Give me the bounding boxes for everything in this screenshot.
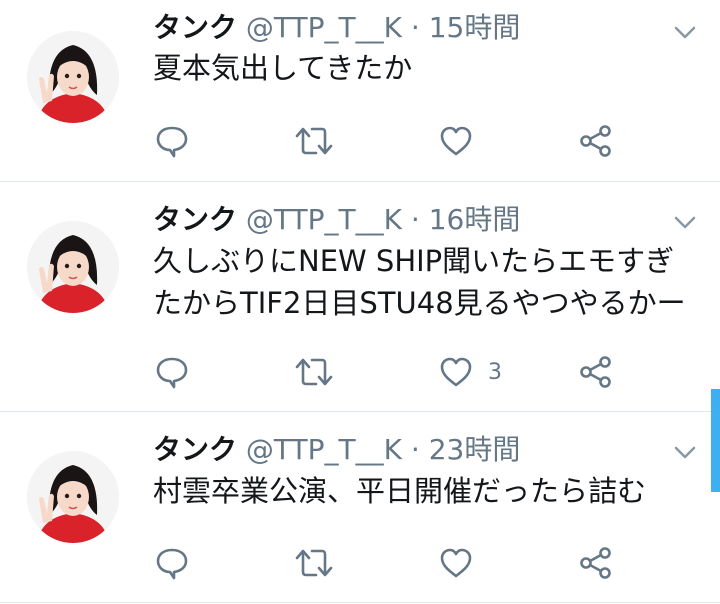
timestamp[interactable]: 23時間 <box>429 433 521 466</box>
display-name[interactable]: タンク <box>153 11 237 44</box>
user-handle[interactable]: @TTP_T__K <box>246 433 402 466</box>
share-button[interactable] <box>578 352 614 392</box>
reply-button[interactable] <box>154 121 190 161</box>
retweet-icon <box>295 549 333 577</box>
share-button[interactable] <box>578 543 614 583</box>
share-icon <box>580 125 611 157</box>
tweet[interactable]: タンク @TTP_T__K · 16時間 久しぶりにNEW SHIP聞いたらエモ… <box>0 182 720 412</box>
timestamp[interactable]: 15時間 <box>429 11 521 44</box>
tweet-text-line: 夏本気出してきたか <box>153 51 413 85</box>
user-handle[interactable]: @TTP_T__K <box>246 203 402 236</box>
retweet-button[interactable] <box>294 352 334 392</box>
avatar[interactable] <box>27 221 119 313</box>
chevron-down-icon[interactable] <box>672 22 698 42</box>
like-button[interactable]: 3 <box>438 352 502 392</box>
chevron-down-icon[interactable] <box>672 442 698 462</box>
timestamp[interactable]: 16時間 <box>429 203 521 236</box>
like-button[interactable] <box>438 543 488 583</box>
tweet-header: タンク @TTP_T__K · 16時間 <box>153 202 520 238</box>
retweet-icon <box>295 127 333 155</box>
tweet[interactable]: タンク @TTP_T__K · 15時間 夏本気出してきたか <box>0 0 720 182</box>
tweet-text-line: 久しぶりにNEW SHIP聞いたらエモすぎ <box>153 244 675 278</box>
like-button[interactable] <box>438 121 488 161</box>
tweet-header: タンク @TTP_T__K · 15時間 <box>153 10 520 46</box>
reply-icon <box>156 126 188 158</box>
scrollbar[interactable] <box>711 389 720 492</box>
tweet-text-line: 村雲卒業公演、平日開催だったら詰む <box>153 474 647 508</box>
user-handle[interactable]: @TTP_T__K <box>246 11 402 44</box>
share-icon <box>580 547 611 579</box>
retweet-icon <box>295 358 333 386</box>
separator-dot: · <box>410 203 420 236</box>
tweet-text: 夏本気出してきたか <box>153 47 412 89</box>
like-count: 3 <box>488 359 502 385</box>
tweet-header: タンク @TTP_T__K · 23時間 <box>153 432 520 468</box>
reply-icon <box>156 357 188 389</box>
retweet-button[interactable] <box>294 121 334 161</box>
reply-button[interactable] <box>154 543 190 583</box>
avatar[interactable] <box>27 451 119 543</box>
share-button[interactable] <box>578 121 614 161</box>
like-icon <box>440 126 472 156</box>
display-name[interactable]: タンク <box>153 433 237 466</box>
reply-icon <box>156 548 188 580</box>
reply-button[interactable] <box>154 352 190 392</box>
tweet[interactable]: タンク @TTP_T__K · 23時間 村雲卒業公演、平日開催だったら詰む <box>0 412 720 603</box>
separator-dot: · <box>410 433 420 466</box>
chevron-down-icon[interactable] <box>672 212 698 232</box>
display-name[interactable]: タンク <box>153 203 237 236</box>
like-icon <box>440 548 472 578</box>
retweet-button[interactable] <box>294 543 334 583</box>
like-icon <box>440 357 472 387</box>
share-icon <box>580 356 611 388</box>
avatar[interactable] <box>27 31 119 123</box>
tweet-text: 村雲卒業公演、平日開催だったら詰む <box>153 470 646 512</box>
tweet-text: 久しぶりにNEW SHIP聞いたらエモすぎ たからTIF2日目STU48見るやつ… <box>153 240 686 324</box>
separator-dot: · <box>410 11 420 44</box>
tweet-text-line: たからTIF2日目STU48見るやつやるかー <box>153 286 686 320</box>
